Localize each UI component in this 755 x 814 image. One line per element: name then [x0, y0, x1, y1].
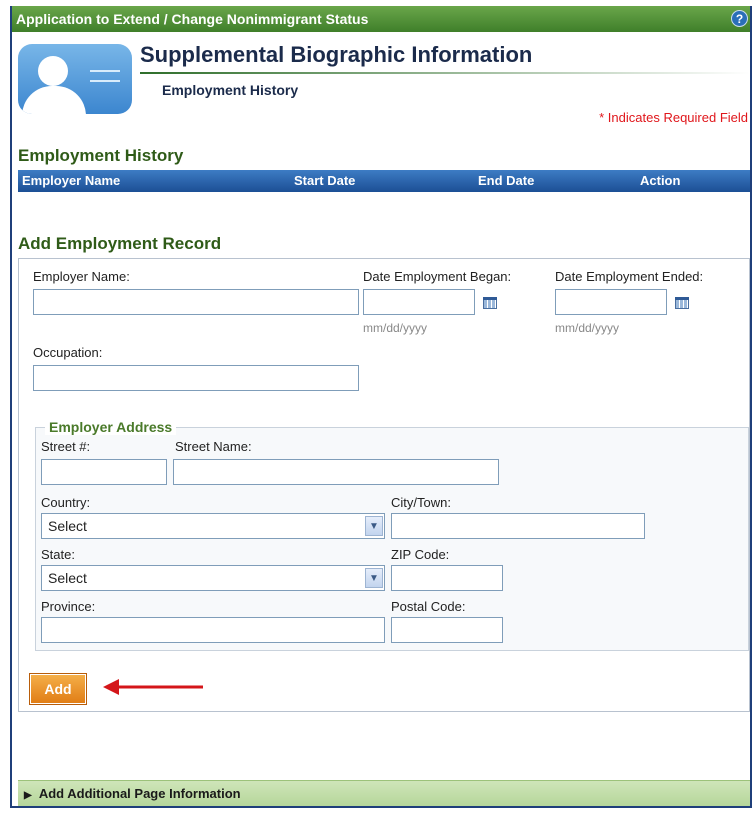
province-label: Province:: [41, 599, 96, 614]
city-label: City/Town:: [391, 495, 451, 510]
page-subtitle: Employment History: [162, 82, 299, 98]
dropdown-arrow-icon[interactable]: ▼: [365, 568, 383, 588]
add-employment-record-form: Employer Name: Date Employment Began: mm…: [18, 258, 750, 712]
state-select-value: Select: [48, 570, 87, 586]
date-began-input[interactable]: [363, 289, 475, 315]
expander-label: Add Additional Page Information: [38, 786, 241, 801]
window-title: Application to Extend / Change Nonimmigr…: [16, 11, 369, 27]
postal-code-input[interactable]: [391, 617, 503, 643]
title-underline: [140, 72, 750, 74]
expand-triangle-icon: ▶: [24, 790, 32, 801]
state-label: State:: [41, 547, 75, 562]
arrow-pointer-icon: [103, 679, 203, 695]
postal-code-label: Postal Code:: [391, 599, 466, 614]
employment-history-heading: Employment History: [18, 146, 184, 165]
required-field-note: * Indicates Required Field: [599, 110, 748, 125]
province-input[interactable]: [41, 617, 385, 643]
state-select[interactable]: Select ▼: [41, 565, 385, 591]
add-button[interactable]: Add: [29, 673, 87, 705]
employer-address-legend: Employer Address: [45, 419, 177, 435]
column-start-date: Start Date: [294, 173, 356, 188]
date-began-format-hint: mm/dd/yyyy: [363, 321, 428, 335]
dropdown-arrow-icon[interactable]: ▼: [365, 516, 383, 536]
street-number-input[interactable]: [41, 459, 167, 485]
occupation-input[interactable]: [33, 365, 359, 391]
street-number-label: Street #:: [41, 439, 91, 454]
window-titlebar: Application to Extend / Change Nonimmigr…: [12, 6, 750, 32]
zip-code-label: ZIP Code:: [391, 547, 450, 562]
country-select-value: Select: [48, 518, 87, 534]
application-window: Application to Extend / Change Nonimmigr…: [10, 6, 752, 808]
column-action: Action: [640, 173, 681, 188]
city-input[interactable]: [391, 513, 645, 539]
occupation-label: Occupation:: [33, 345, 103, 360]
date-ended-input[interactable]: [555, 289, 667, 315]
employer-name-label: Employer Name:: [33, 269, 130, 284]
calendar-icon[interactable]: [483, 297, 497, 309]
zip-code-input[interactable]: [391, 565, 503, 591]
date-ended-label: Date Employment Ended:: [555, 269, 704, 284]
date-ended-format-hint: mm/dd/yyyy: [555, 321, 620, 335]
country-label: Country:: [41, 495, 91, 510]
help-icon[interactable]: ?: [731, 10, 748, 27]
employment-history-table-header: Employer Name Start Date End Date Action: [18, 170, 750, 192]
page-title: Supplemental Biographic Information: [140, 42, 533, 67]
street-name-input[interactable]: [173, 459, 499, 485]
date-began-label: Date Employment Began:: [363, 269, 512, 284]
person-card-icon: [18, 44, 132, 114]
calendar-icon[interactable]: [675, 297, 689, 309]
column-end-date: End Date: [478, 173, 535, 188]
column-employer-name: Employer Name: [22, 173, 121, 188]
add-employment-record-heading: Add Employment Record: [18, 234, 222, 253]
add-additional-info-expander[interactable]: ▶ Add Additional Page Information: [18, 780, 750, 806]
street-name-label: Street Name:: [175, 439, 252, 454]
employer-name-input[interactable]: [33, 289, 359, 315]
country-select[interactable]: Select ▼: [41, 513, 385, 539]
